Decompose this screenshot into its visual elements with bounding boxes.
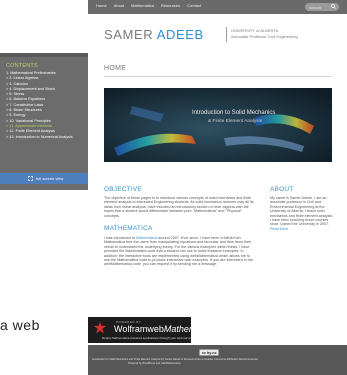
- search-input[interactable]: search: [305, 3, 339, 11]
- nav-resources[interactable]: Resources: [161, 3, 180, 8]
- about-text: My name is Samer Adeeb. I am an associat…: [270, 196, 334, 231]
- banner-subtitle: & Finite Element Analysis: [208, 119, 263, 124]
- expand-icon: [28, 176, 33, 181]
- footer-powered-text: Powered by WordPress and webMathematica: [128, 362, 181, 365]
- main-nav: Home About Mathematica Resources Contact: [96, 3, 201, 8]
- about-heading: ABOUT: [270, 186, 294, 193]
- top-nav-bar: Home About Mathematica Resources Contact…: [88, 0, 347, 14]
- wolfram-mathematica: Mathematica: [163, 324, 216, 334]
- footer-license-text: Introduction to Solid Mechanics and Fini…: [92, 358, 258, 361]
- hero-banner: Introduction to Solid Mechanics & Finite…: [104, 88, 332, 162]
- wolfram-description: Deploy Mathematica-powered applications …: [102, 336, 192, 340]
- wolfram-name: Wolfram: [114, 324, 148, 334]
- banner-art: [104, 88, 332, 162]
- contents-sidebar: CONTENTS 1. Mathematical Preliminaries >…: [0, 57, 88, 190]
- wolfram-web: web: [147, 324, 164, 334]
- mathematica-text: I was introduced to Mathematica around 2…: [104, 236, 256, 267]
- mathematica-text-rest: around 2007. Ever since, I have been a f…: [104, 236, 253, 267]
- toc-item[interactable]: > 13. Introduction to Numerical Analysis: [6, 135, 86, 140]
- nav-about[interactable]: About: [114, 3, 124, 8]
- logo-divider: [226, 27, 227, 42]
- page-title: HOME: [104, 65, 127, 72]
- nav-mathematica[interactable]: Mathematica: [131, 3, 154, 8]
- nav-contact[interactable]: Contact: [187, 3, 201, 8]
- objective-text: The objective of these pages is to intro…: [104, 196, 254, 218]
- full-screen-label: full screen view: [36, 176, 64, 182]
- mathematica-link[interactable]: Mathematica: [136, 236, 157, 240]
- about-body: My name is Samer Adeeb. I am an associat…: [270, 196, 334, 227]
- magnifier-icon[interactable]: [331, 4, 336, 9]
- a-web-text: a web: [0, 317, 40, 333]
- affiliation-title: Associate Professor Civil Engineering: [231, 34, 298, 39]
- logo-first-name: SAMER: [104, 27, 157, 42]
- wolfram-brand: WolframwebMathematica: [114, 324, 215, 334]
- full-screen-view-button[interactable]: full screen view: [0, 173, 88, 184]
- mathematica-text-start: I was introduced to: [104, 236, 136, 240]
- nav-home[interactable]: Home: [96, 3, 107, 8]
- contents-list: 1. Mathematical Preliminaries > 2. Linea…: [6, 71, 86, 140]
- read-more-link[interactable]: Read More: [270, 227, 288, 231]
- banner-title: Introduction to Solid Mechanics: [192, 110, 276, 116]
- creative-commons-badge[interactable]: cc by-nc: [199, 349, 219, 356]
- affiliation: UNIVERSITY of ALBERTA Associate Professo…: [231, 28, 298, 40]
- mathematica-heading: MATHEMATICA: [104, 225, 153, 232]
- page-title-rule: [104, 76, 332, 77]
- wolfram-spikey-icon: [93, 321, 107, 334]
- objective-heading: OBJECTIVE: [104, 186, 142, 193]
- wolfram-webmathematica-banner[interactable]: POWERED BY WolframwebMathematica Deploy …: [88, 317, 215, 343]
- search-placeholder: search: [309, 4, 322, 10]
- logo-last-name: ADEEB: [156, 27, 204, 42]
- contents-title: CONTENTS: [6, 63, 38, 69]
- site-logo-name[interactable]: SAMER ADEEB: [104, 27, 204, 42]
- cc-badge-label: cc by-nc: [202, 351, 217, 356]
